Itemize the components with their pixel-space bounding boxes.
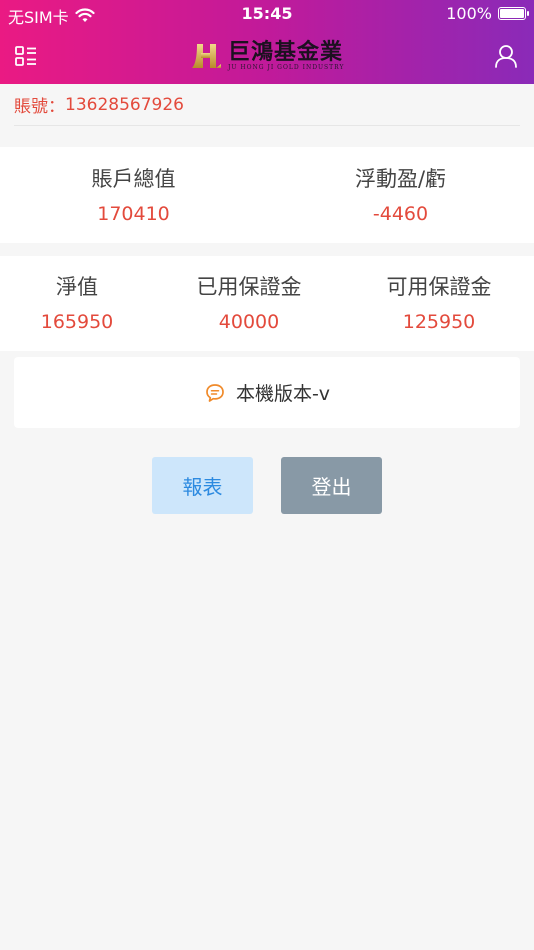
floating-pl-cell: 浮動盈/虧 -4460 <box>267 147 534 243</box>
menu-grid-icon[interactable] <box>12 42 40 70</box>
net-value-cell: 淨值 165950 <box>0 256 154 351</box>
logo-mark-icon <box>192 44 221 68</box>
account-number: 13628567926 <box>65 94 184 115</box>
battery-percent: 100% <box>446 4 492 23</box>
total-value-label: 賬戶總值 <box>91 167 176 191</box>
floating-pl-amount: -4460 <box>372 203 429 225</box>
app-screen: 无SIM卡 15:45 100% 巨鴻基金業 JU HONG JI GOLD I… <box>0 0 534 950</box>
logout-button[interactable]: 登出 <box>281 457 382 514</box>
total-value-amount: 170410 <box>97 203 170 225</box>
net-value-amount: 165950 <box>40 311 114 333</box>
logo-chinese-name: 巨鴻基金業 <box>228 39 344 65</box>
status-right: 100% <box>446 4 529 23</box>
summary-panel: 賬戶總值 170410 浮動盈/虧 -4460 <box>0 147 534 243</box>
brand-logo: 巨鴻基金業 JU HONG JI GOLD INDUSTRY <box>188 36 344 76</box>
account-label: 賬號： <box>14 97 65 117</box>
user-profile-icon[interactable] <box>492 42 520 70</box>
total-value-cell: 賬戶總值 170410 <box>0 147 267 243</box>
available-margin-amount: 125950 <box>402 311 476 333</box>
header: 无SIM卡 15:45 100% 巨鴻基金業 JU HONG JI GOLD I… <box>0 0 534 84</box>
logo-text: 巨鴻基金業 JU HONG JI GOLD INDUSTRY <box>228 40 344 72</box>
used-margin-cell: 已用保證金 40000 <box>154 256 344 351</box>
report-button[interactable]: 報表 <box>152 457 253 514</box>
margin-panel: 淨值 165950 已用保證金 40000 可用保證金 125950 <box>0 256 534 351</box>
nav-bar: 巨鴻基金業 JU HONG JI GOLD INDUSTRY <box>0 28 534 84</box>
account-row: 賬號： 13628567926 <box>0 84 534 140</box>
used-margin-amount: 40000 <box>218 311 280 333</box>
account-number-line: 賬號： 13628567926 <box>14 84 520 126</box>
used-margin-label: 已用保證金 <box>196 275 302 299</box>
status-bar: 无SIM卡 15:45 100% <box>0 0 534 28</box>
available-margin-cell: 可用保證金 125950 <box>344 256 534 351</box>
available-margin-label: 可用保證金 <box>386 275 492 299</box>
net-value-label: 淨值 <box>56 275 98 299</box>
battery-icon <box>498 7 529 20</box>
version-card: 本機版本-v <box>14 357 520 428</box>
floating-pl-label: 浮動盈/虧 <box>354 167 447 191</box>
chat-bubble-icon <box>206 383 224 402</box>
version-text: 本機版本-v <box>235 383 331 405</box>
logo-english-name: JU HONG JI GOLD INDUSTRY <box>228 64 345 71</box>
